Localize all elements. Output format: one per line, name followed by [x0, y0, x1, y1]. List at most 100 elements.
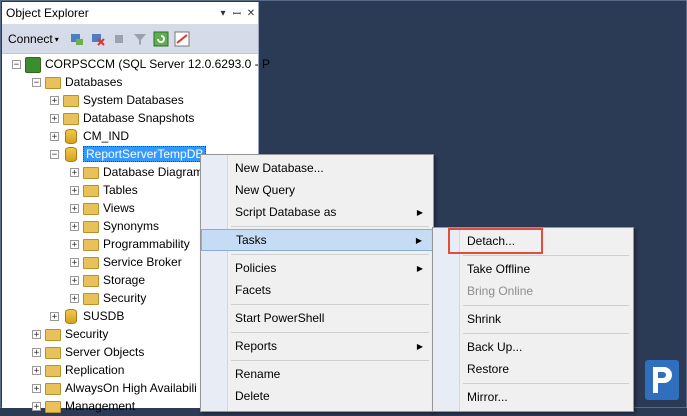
- connect-object-icon[interactable]: [68, 30, 86, 48]
- tree-node-label: Views: [103, 201, 135, 215]
- menu-item-facets[interactable]: Facets: [201, 279, 433, 301]
- tree-node-label: Security: [103, 291, 147, 305]
- tree-node-child[interactable]: + Views: [70, 199, 135, 217]
- collapse-icon[interactable]: −: [32, 77, 41, 87]
- database-icon: [65, 309, 77, 324]
- expand-icon[interactable]: +: [32, 347, 41, 357]
- menu-item-start-powershell[interactable]: Start PowerShell: [201, 307, 433, 329]
- tree-node-replication[interactable]: + Replication: [32, 361, 124, 379]
- expand-icon[interactable]: +: [70, 257, 79, 267]
- folder-icon: [45, 383, 61, 395]
- menu-item-restore[interactable]: Restore: [433, 358, 633, 380]
- menu-item-policies[interactable]: Policies ▶: [201, 257, 433, 279]
- tree-node-child[interactable]: + Storage: [70, 271, 145, 289]
- tree-node-label: Synonyms: [103, 219, 160, 233]
- expand-icon[interactable]: +: [70, 167, 79, 177]
- tree-node-child[interactable]: + Database Diagrams: [70, 163, 209, 181]
- tree-node-server-objects[interactable]: + Server Objects: [32, 343, 144, 361]
- tree-node-label: Replication: [65, 363, 125, 377]
- collapse-icon[interactable]: −: [12, 59, 21, 69]
- menu-item-shrink[interactable]: Shrink: [433, 308, 633, 330]
- menu-item-script-database-as[interactable]: Script Database as ▶: [201, 201, 433, 223]
- connect-button[interactable]: Connect ▾: [8, 32, 65, 46]
- tree-node-label: Storage: [103, 273, 146, 287]
- folder-icon: [83, 167, 99, 179]
- collapse-icon[interactable]: −: [50, 149, 59, 159]
- tree-node-child[interactable]: + Tables: [70, 181, 138, 199]
- tree-node-reportservertempdb[interactable]: − ReportServerTempDB: [50, 145, 207, 163]
- dropdown-icon[interactable]: ▾: [216, 8, 230, 19]
- submenu-arrow-icon: ▶: [416, 341, 423, 351]
- tree-node-child[interactable]: + Security: [70, 289, 146, 307]
- database-icon: [65, 129, 77, 144]
- tree-node-label: CORPSCCM (SQL Server 12.0.6293.0 - P: [45, 57, 270, 71]
- tree-node-label: SUSDB: [83, 309, 125, 323]
- tree-node-server[interactable]: − CORPSCCM (SQL Server 12.0.6293.0 - P: [12, 55, 270, 73]
- folder-icon: [83, 257, 99, 269]
- database-icon: [65, 147, 77, 162]
- menu-item-delete[interactable]: Delete: [201, 385, 433, 407]
- expand-icon[interactable]: +: [50, 113, 59, 123]
- tree-node-susdb[interactable]: + SUSDB: [50, 307, 124, 325]
- menu-item-tasks[interactable]: Tasks ▶: [201, 229, 433, 251]
- expand-icon[interactable]: +: [32, 365, 41, 375]
- detach-highlight-box: [448, 228, 543, 254]
- folder-icon: [83, 203, 99, 215]
- server-icon: [25, 57, 41, 73]
- database-context-menu: New Database... New Query Script Databas…: [200, 154, 434, 412]
- object-explorer-titlebar: Object Explorer ▾ ꟷ ✕: [2, 2, 258, 25]
- folder-icon: [83, 185, 99, 197]
- tree-node-alwayson[interactable]: + AlwaysOn High Availabili: [32, 379, 197, 397]
- tree-node-label: Database Diagrams: [103, 165, 210, 179]
- menu-item-mirror[interactable]: Mirror...: [433, 386, 633, 408]
- menu-item-take-offline[interactable]: Take Offline: [433, 258, 633, 280]
- expand-icon[interactable]: +: [70, 203, 79, 213]
- refresh-icon[interactable]: [152, 30, 170, 48]
- tree-node-cm-ind[interactable]: + CM_IND: [50, 127, 129, 145]
- tree-node-system-databases[interactable]: + System Databases: [50, 91, 184, 109]
- menu-separator: [463, 305, 629, 306]
- folder-icon: [83, 275, 99, 287]
- expand-icon[interactable]: +: [50, 95, 59, 105]
- expand-icon[interactable]: +: [70, 221, 79, 231]
- tree-node-child[interactable]: + Programmability: [70, 235, 190, 253]
- menu-item-back-up[interactable]: Back Up...: [433, 336, 633, 358]
- menu-item-new-query[interactable]: New Query: [201, 179, 433, 201]
- pin-icon[interactable]: ꟷ: [230, 6, 244, 20]
- disconnect-icon[interactable]: [89, 30, 107, 48]
- menu-separator: [231, 304, 429, 305]
- panel-title: Object Explorer: [6, 6, 89, 20]
- close-icon[interactable]: ✕: [244, 8, 258, 19]
- expand-icon[interactable]: +: [70, 239, 79, 249]
- expand-icon[interactable]: +: [32, 383, 41, 393]
- tree-node-label: Security: [65, 327, 109, 341]
- activity-monitor-icon[interactable]: [173, 30, 191, 48]
- expand-icon[interactable]: +: [70, 293, 79, 303]
- expand-icon[interactable]: +: [50, 131, 59, 141]
- tree-node-security[interactable]: + Security: [32, 325, 108, 343]
- expand-icon[interactable]: +: [70, 275, 79, 285]
- tasks-submenu: Detach... Take Offline Bring Online Shri…: [432, 227, 634, 412]
- expand-icon[interactable]: +: [32, 329, 41, 339]
- tree-node-label: Service Broker: [103, 255, 182, 269]
- folder-icon: [63, 113, 79, 125]
- tree-node-child[interactable]: + Service Broker: [70, 253, 182, 271]
- folder-icon: [45, 401, 61, 413]
- expand-icon[interactable]: +: [32, 401, 41, 411]
- filter-icon[interactable]: [131, 30, 149, 48]
- tree-node-label: CM_IND: [83, 129, 130, 143]
- tree-node-databases[interactable]: − Databases: [32, 73, 122, 91]
- menu-item-new-database[interactable]: New Database...: [201, 157, 433, 179]
- folder-icon: [63, 95, 79, 107]
- expand-icon[interactable]: +: [50, 311, 59, 321]
- tree-node-label-selected: ReportServerTempDB: [83, 146, 207, 162]
- logo-watermark: [645, 360, 679, 400]
- tree-node-management[interactable]: + Management: [32, 397, 135, 415]
- tree-node-database-snapshots[interactable]: + Database Snapshots: [50, 109, 194, 127]
- tree-node-child[interactable]: + Synonyms: [70, 217, 159, 235]
- menu-item-rename[interactable]: Rename: [201, 363, 433, 385]
- menu-item-reports[interactable]: Reports ▶: [201, 335, 433, 357]
- expand-icon[interactable]: +: [70, 185, 79, 195]
- stop-icon[interactable]: [110, 30, 128, 48]
- submenu-arrow-icon: ▶: [415, 235, 422, 245]
